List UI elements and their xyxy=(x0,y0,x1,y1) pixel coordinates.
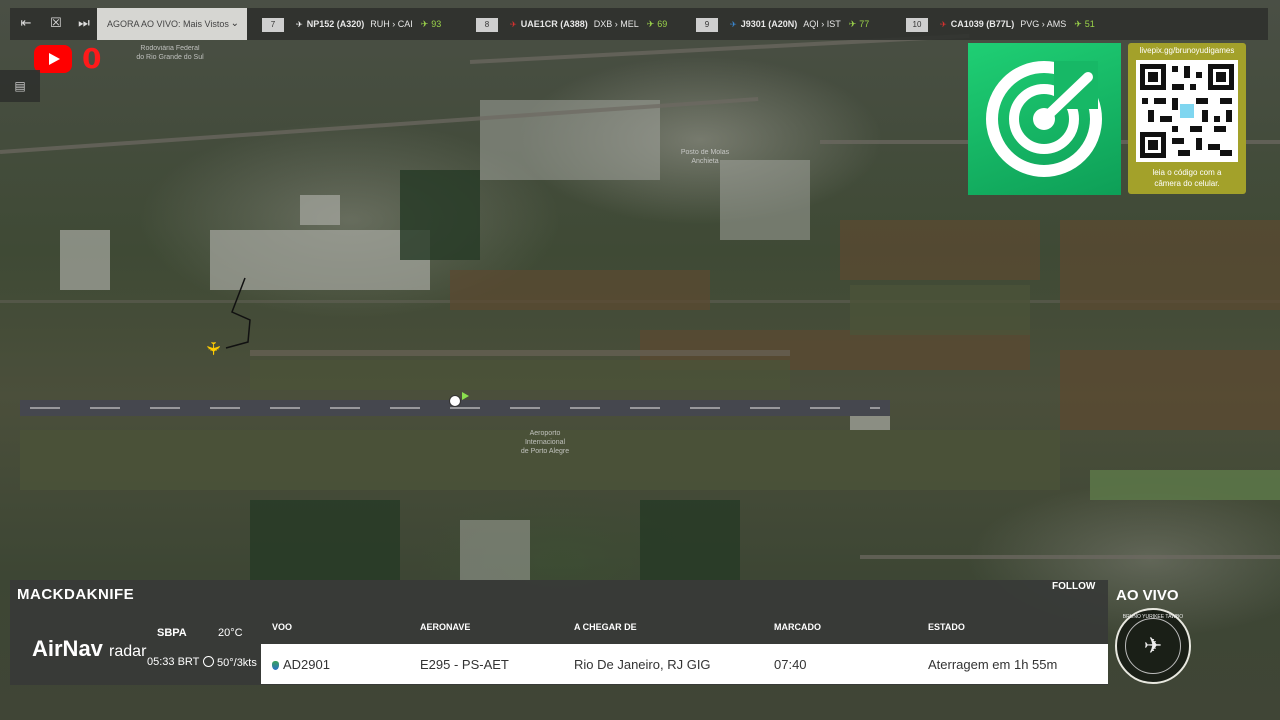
ticker-count: 93 xyxy=(431,19,442,29)
ticker-item[interactable]: 7 ✈ NP152 (A320) RUH › CAI ✈ 93 xyxy=(262,15,441,33)
livepix-hint: leia o código com a câmera do celular. xyxy=(1152,168,1222,188)
header-aeronave: AERONAVE xyxy=(420,622,471,632)
header-estado: ESTADO xyxy=(928,622,965,632)
flight-row[interactable]: AD2901 E295 - PS-AET Rio De Janeiro, RJ … xyxy=(261,644,1108,684)
airplane-badge-icon: ✈ xyxy=(1125,618,1181,674)
ticker-count: 69 xyxy=(657,19,668,29)
airline-icon: ✈ xyxy=(296,20,303,29)
live-label: AO VIVO xyxy=(1116,587,1179,604)
ticker-rank: 9 xyxy=(696,18,718,32)
ticker-item[interactable]: 8 ✈ UAE1CR (A388) DXB › MEL ✈ 69 xyxy=(476,15,667,33)
header-marcado: MARCADO xyxy=(774,622,821,632)
viewers-icon: ✈ xyxy=(848,19,857,29)
flight-number: AD2901 xyxy=(272,657,330,672)
youtube-icon xyxy=(34,45,72,73)
ticker-rank: 7 xyxy=(262,18,284,32)
livepix-radar-icon xyxy=(986,61,1102,177)
follow-button[interactable]: FOLLOW xyxy=(1052,581,1095,592)
ticker-flight: NP152 (A320) xyxy=(306,19,365,29)
flight-info-panel: MACKDAKNIFE AirNav radar SBPA 05:33 BRT … xyxy=(10,580,1108,685)
qr-code-icon xyxy=(1136,60,1238,162)
header-voo: VOO xyxy=(272,622,293,632)
skip-forward-icon[interactable]: ⏭ xyxy=(76,16,92,30)
header-origem: A CHEGAR DE xyxy=(574,622,637,632)
viewers-icon: ✈ xyxy=(1074,19,1082,29)
aircraft-type: E295 - PS-AET xyxy=(420,657,509,672)
local-time: 05:33 BRT xyxy=(147,656,200,668)
airline-icon: ✈ xyxy=(940,20,947,29)
position-marker-icon[interactable] xyxy=(449,395,461,407)
livepix-qr-card[interactable]: livepix.gg/brunoyudigames leia o código … xyxy=(1128,43,1246,194)
streamer-username: MACKDAKNIFE xyxy=(17,586,135,603)
collapse-icon[interactable]: ⇤ xyxy=(18,16,34,30)
ticker-flight: UAE1CR (A388) xyxy=(520,19,588,29)
list-icon: ▤ xyxy=(14,79,26,93)
airnav-logo: AirNav radar xyxy=(32,636,147,661)
ticker-rank: 8 xyxy=(476,18,498,32)
viewers-icon: ✈ xyxy=(646,19,655,29)
airline-icon: ✈ xyxy=(730,20,737,29)
flight-status: Aterragem em 1h 55m xyxy=(928,657,1058,672)
airline-icon: ✈ xyxy=(510,20,517,29)
origin: Rio De Janeiro, RJ GIG xyxy=(574,657,711,672)
ticker-flight: CA1039 (B77L) xyxy=(950,19,1015,29)
ticker-route: RUH › CAI xyxy=(370,19,413,29)
live-view-select[interactable]: AGORA AO VIVO: Mais Vistos ⌄ xyxy=(97,8,247,40)
wind-icon xyxy=(203,656,214,667)
viewers-icon: ✈ xyxy=(420,19,429,29)
chevron-down-icon: ⌄ xyxy=(230,18,239,29)
aircraft-icon[interactable]: ✈ xyxy=(202,341,223,356)
ticker-route: AQI › IST xyxy=(803,19,841,29)
flag-icon xyxy=(462,392,469,400)
ticker-item[interactable]: 10 ✈ CA1039 (B77L) PVG › AMS ✈ 51 xyxy=(906,15,1095,33)
ticker-rank: 10 xyxy=(906,18,928,32)
select-value: AGORA AO VIVO: Mais Vistos xyxy=(107,19,229,29)
wind-info: 50°/3kts xyxy=(203,656,257,669)
ticker-flight: J9301 (A20N) xyxy=(740,19,798,29)
youtube-count: 0 xyxy=(82,42,102,75)
ticker-route: PVG › AMS xyxy=(1020,19,1067,29)
airport-code: SBPA xyxy=(157,627,187,639)
airline-logo-icon xyxy=(272,661,279,670)
list-toggle-button[interactable]: ▤ xyxy=(0,70,40,102)
ticker-item[interactable]: 9 ✈ J9301 (A20N) AQI › IST ✈ 77 xyxy=(696,15,869,33)
ticker-count: 77 xyxy=(859,19,870,29)
livepix-url: livepix.gg/brunoyudigames xyxy=(1139,46,1235,55)
scheduled-time: 07:40 xyxy=(774,657,807,672)
livepix-logo xyxy=(968,43,1121,195)
temperature: 20°C xyxy=(218,627,243,639)
top-bar: ⇤ ☒ ⏭ AGORA AO VIVO: Mais Vistos ⌄ 7 ✈ NP1… xyxy=(10,8,1268,40)
ticker-count: 51 xyxy=(1084,19,1095,29)
close-box-icon[interactable]: ☒ xyxy=(48,16,64,30)
channel-badge: BRUNO YURIKEE TAWBO ✈ xyxy=(1115,608,1191,684)
ticker-route: DXB › MEL xyxy=(593,19,639,29)
